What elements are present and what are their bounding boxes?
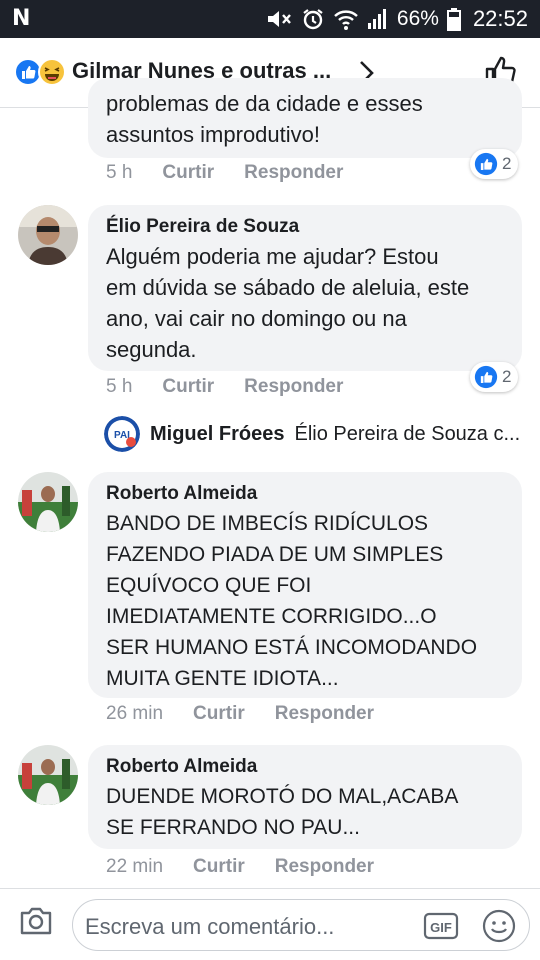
- battery-percentage: 66%: [396, 7, 439, 30]
- reaction-count-badge[interactable]: 2: [470, 149, 519, 179]
- comment-text: Alguém poderia me ajudar? Estou em dúvid…: [106, 244, 470, 362]
- comment-actions: 22 min Curtir Responder: [106, 856, 374, 878]
- like-link[interactable]: Curtir: [162, 162, 214, 184]
- reply-link[interactable]: Responder: [244, 376, 343, 398]
- comment-text: DUENDE MOROTÓ DO MAL,ACABA SE FERRANDO N…: [106, 785, 459, 839]
- reaction-count: 2: [502, 367, 512, 386]
- reply-snippet: Élio Pereira de Souza c...: [294, 422, 521, 445]
- comment-bubble[interactable]: problemas de da cidade e esses assuntos …: [88, 78, 522, 158]
- comment-time: 26 min: [106, 703, 164, 724]
- reply-author[interactable]: Miguel Fróees: [150, 423, 284, 446]
- comment-input-placeholder: Escreva um comentário...: [85, 914, 335, 939]
- comment-input[interactable]: Escreva um comentário... GIF: [72, 899, 530, 951]
- gif-icon[interactable]: GIF: [423, 910, 459, 942]
- comment-author[interactable]: Élio Pereira de Souza: [106, 215, 504, 239]
- like-link[interactable]: Curtir: [193, 703, 245, 725]
- comment-author[interactable]: Roberto Almeida: [106, 755, 504, 779]
- comment-author[interactable]: Roberto Almeida: [106, 482, 504, 506]
- clock: 22:52: [472, 6, 528, 31]
- like-reaction-icon: [474, 365, 498, 389]
- reaction-count: 2: [502, 154, 512, 173]
- battery-icon: [446, 8, 461, 31]
- comment-time: 5 h: [106, 162, 133, 183]
- signal-icon: [367, 9, 386, 29]
- carrier-logo: N: [12, 6, 31, 31]
- reply-link[interactable]: Responder: [244, 162, 343, 184]
- avatar[interactable]: [18, 205, 78, 265]
- reply-avatar[interactable]: PAI: [104, 416, 140, 452]
- like-link[interactable]: Curtir: [162, 376, 214, 398]
- reaction-summary[interactable]: [14, 58, 70, 86]
- wifi-icon: [334, 10, 358, 30]
- mute-icon: [267, 11, 291, 27]
- comment-bubble[interactable]: Roberto Almeida DUENDE MOROTÓ DO MAL,ACA…: [88, 745, 522, 849]
- comment-actions: 5 h Curtir Responder: [106, 162, 343, 184]
- emoji-icon[interactable]: [481, 908, 517, 944]
- reply-link[interactable]: Responder: [275, 856, 374, 878]
- avatar[interactable]: [18, 745, 78, 805]
- alarm-icon: [303, 9, 323, 30]
- reply-link[interactable]: Responder: [275, 703, 374, 725]
- camera-icon[interactable]: [18, 905, 54, 937]
- like-link[interactable]: Curtir: [193, 856, 245, 878]
- comment-composer: Escreva um comentário... GIF: [0, 888, 540, 960]
- comment-actions: 5 h Curtir Responder: [106, 376, 343, 398]
- comment-bubble[interactable]: Roberto Almeida BANDO DE IMBECÍS RIDÍCUL…: [88, 472, 522, 698]
- comment-text: problemas de da cidade e esses assuntos …: [106, 91, 423, 147]
- avatar[interactable]: [18, 472, 78, 532]
- comment-actions: 26 min Curtir Responder: [106, 703, 374, 725]
- reply-preview[interactable]: PAI Miguel Fróees Élio Pereira de Souza …: [104, 416, 520, 452]
- reaction-count-badge[interactable]: 2: [470, 362, 519, 392]
- comment-time: 5 h: [106, 376, 133, 397]
- status-bar: N 66% 22:52: [0, 0, 540, 38]
- comment-text: BANDO DE IMBECÍS RIDÍCULOS FAZENDO PIADA…: [106, 512, 478, 690]
- like-reaction-icon: [474, 152, 498, 176]
- haha-reaction-icon: [38, 58, 66, 86]
- comment-bubble[interactable]: Élio Pereira de Souza Alguém poderia me …: [88, 205, 522, 371]
- comment-time: 22 min: [106, 856, 164, 877]
- gif-label: GIF: [430, 920, 452, 935]
